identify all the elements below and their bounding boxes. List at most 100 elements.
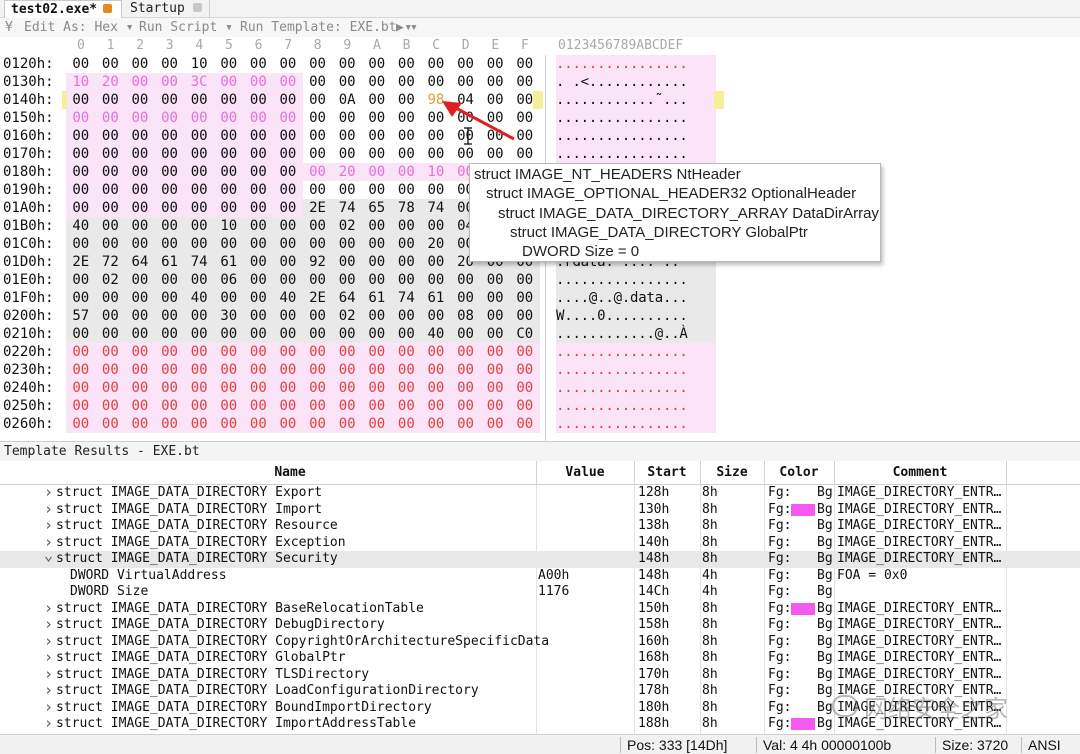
hex-byte[interactable]: 78 bbox=[391, 199, 422, 217]
hex-byte[interactable]: 00 bbox=[273, 271, 303, 289]
hex-byte[interactable]: 00 bbox=[332, 271, 362, 289]
hex-byte[interactable]: 00 bbox=[214, 91, 244, 109]
hex-byte[interactable]: 00 bbox=[243, 325, 274, 343]
hex-byte[interactable]: 00 bbox=[450, 289, 481, 307]
hex-byte[interactable]: 00 bbox=[243, 217, 274, 235]
hex-byte[interactable]: 00 bbox=[302, 145, 333, 163]
hex-byte[interactable]: 00 bbox=[391, 235, 422, 253]
hex-row[interactable]: 0120h: 00 00 00 00 10 00 00 00 00 00 00 00 00 00 00 00..… bbox=[0, 55, 1080, 73]
hex-byte[interactable]: 00 bbox=[184, 235, 214, 253]
hex-byte[interactable]: 00 bbox=[184, 109, 214, 127]
hex-byte[interactable]: 00 bbox=[302, 181, 333, 199]
hex-byte[interactable]: 00 bbox=[154, 145, 185, 163]
hex-byte[interactable]: 00 bbox=[66, 343, 96, 361]
close-tab-icon[interactable] bbox=[192, 3, 202, 12]
ascii-text[interactable]: ....@..@.data... bbox=[556, 289, 716, 307]
column-name-header[interactable]: Name bbox=[44, 465, 536, 480]
hex-byte[interactable]: 00 bbox=[243, 127, 274, 145]
hex-byte[interactable]: 00 bbox=[243, 361, 274, 379]
hex-byte[interactable]: 00 bbox=[480, 307, 510, 325]
ascii-text[interactable]: ................ bbox=[556, 145, 716, 163]
column-divider[interactable] bbox=[536, 461, 537, 485]
hex-byte[interactable]: 00 bbox=[362, 217, 392, 235]
hex-byte[interactable]: 2E bbox=[302, 199, 333, 217]
hex-byte[interactable]: 3C bbox=[184, 73, 214, 91]
hex-byte[interactable]: 00 bbox=[421, 145, 451, 163]
column-divider[interactable] bbox=[700, 461, 701, 485]
hex-byte[interactable]: 00 bbox=[66, 289, 96, 307]
hex-byte[interactable]: 00 bbox=[302, 109, 333, 127]
hex-byte[interactable]: 00 bbox=[510, 145, 540, 163]
hex-byte[interactable]: 00 bbox=[243, 181, 274, 199]
hex-byte[interactable]: 00 bbox=[450, 325, 481, 343]
hex-byte[interactable]: 00 bbox=[362, 379, 392, 397]
hex-byte[interactable]: 00 bbox=[214, 163, 244, 181]
hex-byte[interactable]: 64 bbox=[332, 289, 362, 307]
run-template-play-button[interactable]: ▶ bbox=[396, 18, 404, 37]
hex-byte[interactable]: 00 bbox=[450, 343, 481, 361]
hex-byte[interactable]: 00 bbox=[125, 289, 155, 307]
color-swatch[interactable] bbox=[791, 718, 815, 730]
hex-byte[interactable]: 00 bbox=[362, 55, 392, 73]
edit-as-dropdown[interactable]: Edit As: Hex ▾ bbox=[24, 18, 134, 37]
hex-byte[interactable]: 00 bbox=[480, 271, 510, 289]
hex-byte[interactable]: 00 bbox=[480, 379, 510, 397]
hex-byte[interactable]: 20 bbox=[421, 235, 451, 253]
hex-byte[interactable]: 00 bbox=[450, 73, 481, 91]
hex-byte[interactable]: 10 bbox=[421, 163, 451, 181]
hex-byte[interactable]: 00 bbox=[332, 145, 362, 163]
hex-byte[interactable]: 00 bbox=[421, 307, 451, 325]
hex-byte[interactable]: 00 bbox=[125, 343, 155, 361]
hex-byte[interactable]: 00 bbox=[243, 307, 274, 325]
hex-byte[interactable]: 00 bbox=[510, 397, 540, 415]
hex-byte[interactable]: 00 bbox=[421, 397, 451, 415]
hex-byte[interactable]: 00 bbox=[154, 325, 185, 343]
hex-byte[interactable]: 30 bbox=[214, 307, 244, 325]
hex-byte[interactable]: 00 bbox=[184, 361, 214, 379]
column-divider[interactable] bbox=[834, 461, 835, 485]
hex-byte[interactable]: 00 bbox=[332, 55, 362, 73]
hex-byte[interactable]: 00 bbox=[125, 307, 155, 325]
hex-byte[interactable]: 00 bbox=[302, 91, 333, 109]
hex-byte[interactable]: 10 bbox=[66, 73, 96, 91]
hex-byte[interactable]: 00 bbox=[332, 235, 362, 253]
hex-byte[interactable]: 00 bbox=[302, 55, 333, 73]
hex-byte[interactable]: 00 bbox=[391, 343, 422, 361]
results-row[interactable]: › struct IMAGE_DATA_DIRECTORY Exception 14… bbox=[0, 534, 1080, 552]
hex-byte[interactable]: 61 bbox=[154, 253, 185, 271]
results-row[interactable]: › struct IMAGE_DATA_DIRECTORY Export 128h 8… bbox=[0, 484, 1080, 502]
hex-byte[interactable]: 00 bbox=[184, 379, 214, 397]
hex-byte[interactable]: 00 bbox=[273, 145, 303, 163]
tab-startup[interactable]: Startup bbox=[124, 0, 210, 18]
hex-byte[interactable]: 06 bbox=[214, 271, 244, 289]
hex-byte[interactable]: 40 bbox=[184, 289, 214, 307]
hex-byte[interactable]: 00 bbox=[125, 217, 155, 235]
results-row[interactable]: › struct IMAGE_DATA_DIRECTORY TLSDirector… bbox=[0, 666, 1080, 684]
hex-byte[interactable]: 00 bbox=[243, 109, 274, 127]
hex-byte[interactable]: 00 bbox=[273, 217, 303, 235]
hex-byte[interactable]: 00 bbox=[273, 127, 303, 145]
hex-byte[interactable]: 00 bbox=[302, 397, 333, 415]
hex-byte[interactable]: 00 bbox=[273, 109, 303, 127]
hex-byte[interactable]: 00 bbox=[154, 109, 185, 127]
hex-byte[interactable]: 00 bbox=[391, 217, 422, 235]
hex-byte[interactable]: 00 bbox=[421, 73, 451, 91]
hex-byte[interactable]: 00 bbox=[154, 55, 185, 73]
results-row[interactable]: › struct IMAGE_DATA_DIRECTORY GlobalPtr 16… bbox=[0, 649, 1080, 667]
hex-byte[interactable]: 00 bbox=[95, 91, 126, 109]
hex-byte[interactable]: 00 bbox=[125, 361, 155, 379]
hex-byte[interactable]: 00 bbox=[450, 271, 481, 289]
hex-byte[interactable]: 0A bbox=[332, 91, 362, 109]
hex-byte[interactable]: 00 bbox=[125, 73, 155, 91]
hex-byte[interactable]: 00 bbox=[95, 289, 126, 307]
hex-byte[interactable]: 00 bbox=[362, 253, 392, 271]
hex-byte[interactable]: 00 bbox=[154, 217, 185, 235]
hex-byte[interactable]: 00 bbox=[154, 163, 185, 181]
hex-byte[interactable]: 00 bbox=[214, 343, 244, 361]
hex-byte[interactable]: 00 bbox=[391, 145, 422, 163]
hex-byte[interactable]: 00 bbox=[125, 235, 155, 253]
hex-byte[interactable]: 00 bbox=[273, 397, 303, 415]
column-start-header[interactable]: Start bbox=[634, 465, 700, 480]
results-row[interactable]: DWORD VirtualAddress A00h 148h 4h Fg: Bg FOA =… bbox=[0, 568, 1080, 585]
hex-byte[interactable]: 00 bbox=[184, 325, 214, 343]
